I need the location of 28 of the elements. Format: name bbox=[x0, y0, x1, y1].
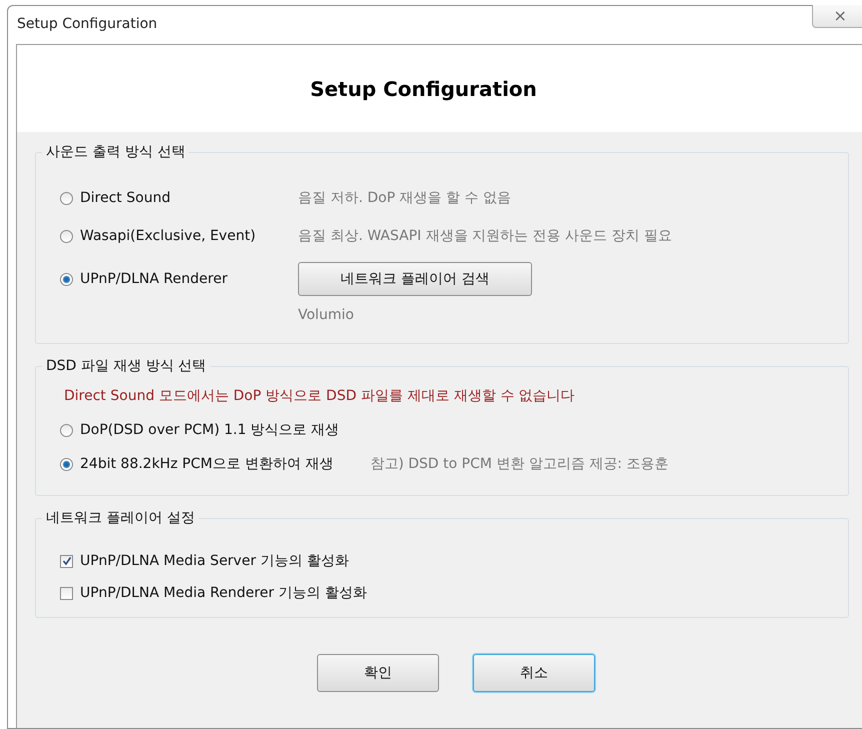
radio-label: DoP(DSD over PCM) 1.1 방식으로 재생 bbox=[80, 421, 340, 439]
radio-button[interactable] bbox=[60, 230, 73, 242]
dialog-button[interactable]: 취소 bbox=[473, 654, 595, 692]
radio-button[interactable] bbox=[60, 458, 73, 470]
radio-label: Direct Sound bbox=[80, 190, 170, 206]
checkbox[interactable] bbox=[60, 554, 73, 568]
dialog-heading: Setup Configuration bbox=[310, 76, 537, 100]
radio-label: Wasapi(Exclusive, Event) bbox=[80, 228, 256, 244]
option-note: 참고) DSD to PCM 변환 알고리즘 제공: 조용훈 bbox=[370, 455, 668, 473]
window-title: Setup Configuration bbox=[17, 16, 158, 32]
group-legend: DSD 파일 재생 방식 선택 bbox=[42, 357, 210, 375]
dialog-button[interactable]: 확인 bbox=[317, 654, 439, 692]
radio-button[interactable] bbox=[60, 192, 73, 204]
option-note: 음질 저하. DoP 재생을 할 수 없음 bbox=[298, 189, 511, 207]
close-button[interactable]: ⨯ bbox=[812, 5, 862, 28]
group-legend: 사운드 출력 방식 선택 bbox=[42, 143, 190, 161]
group-legend: 네트워크 플레이어 설정 bbox=[42, 509, 199, 527]
warning-text: Direct Sound 모드에서는 DoP 방식으로 DSD 파일를 제대로 재생할 수 없습니다 bbox=[64, 387, 576, 405]
option-note: 음질 최상. WASAPI 재생을 지원하는 전용 사운드 장치 필요 bbox=[298, 227, 672, 245]
checkbox-label: UPnP/DLNA Media Renderer 기능의 활성화 bbox=[80, 584, 367, 602]
radio-label: UPnP/DLNA Renderer bbox=[80, 271, 228, 287]
checkbox-label: UPnP/DLNA Media Server 기능의 활성화 bbox=[80, 552, 349, 570]
search-button[interactable]: 네트워크 플레이어 검색 bbox=[298, 262, 532, 296]
checkbox[interactable] bbox=[60, 586, 73, 600]
radio-label: 24bit 88.2kHz PCM으로 변환하여 재생 bbox=[80, 455, 334, 473]
device-name: Volumio bbox=[298, 307, 355, 323]
radio-button[interactable] bbox=[60, 272, 73, 286]
radio-button[interactable] bbox=[60, 424, 73, 436]
